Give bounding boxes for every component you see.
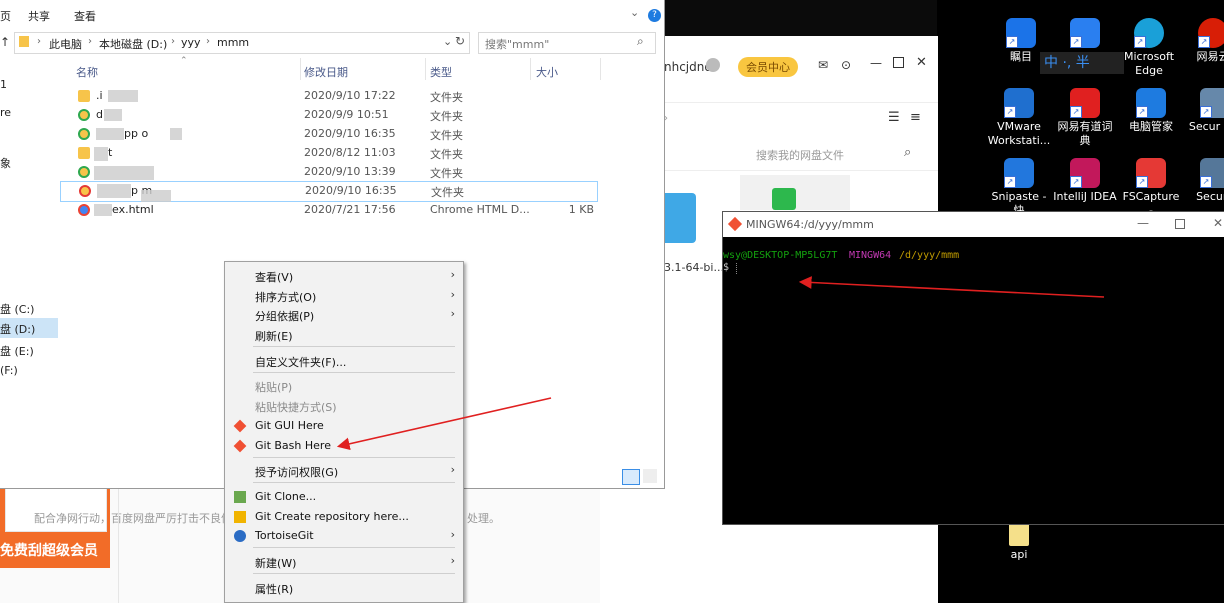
annotation-arrow-terminal <box>798 276 1105 298</box>
annotation-arrow-git-bash <box>336 397 552 451</box>
annotation-arrows <box>336 276 1105 451</box>
